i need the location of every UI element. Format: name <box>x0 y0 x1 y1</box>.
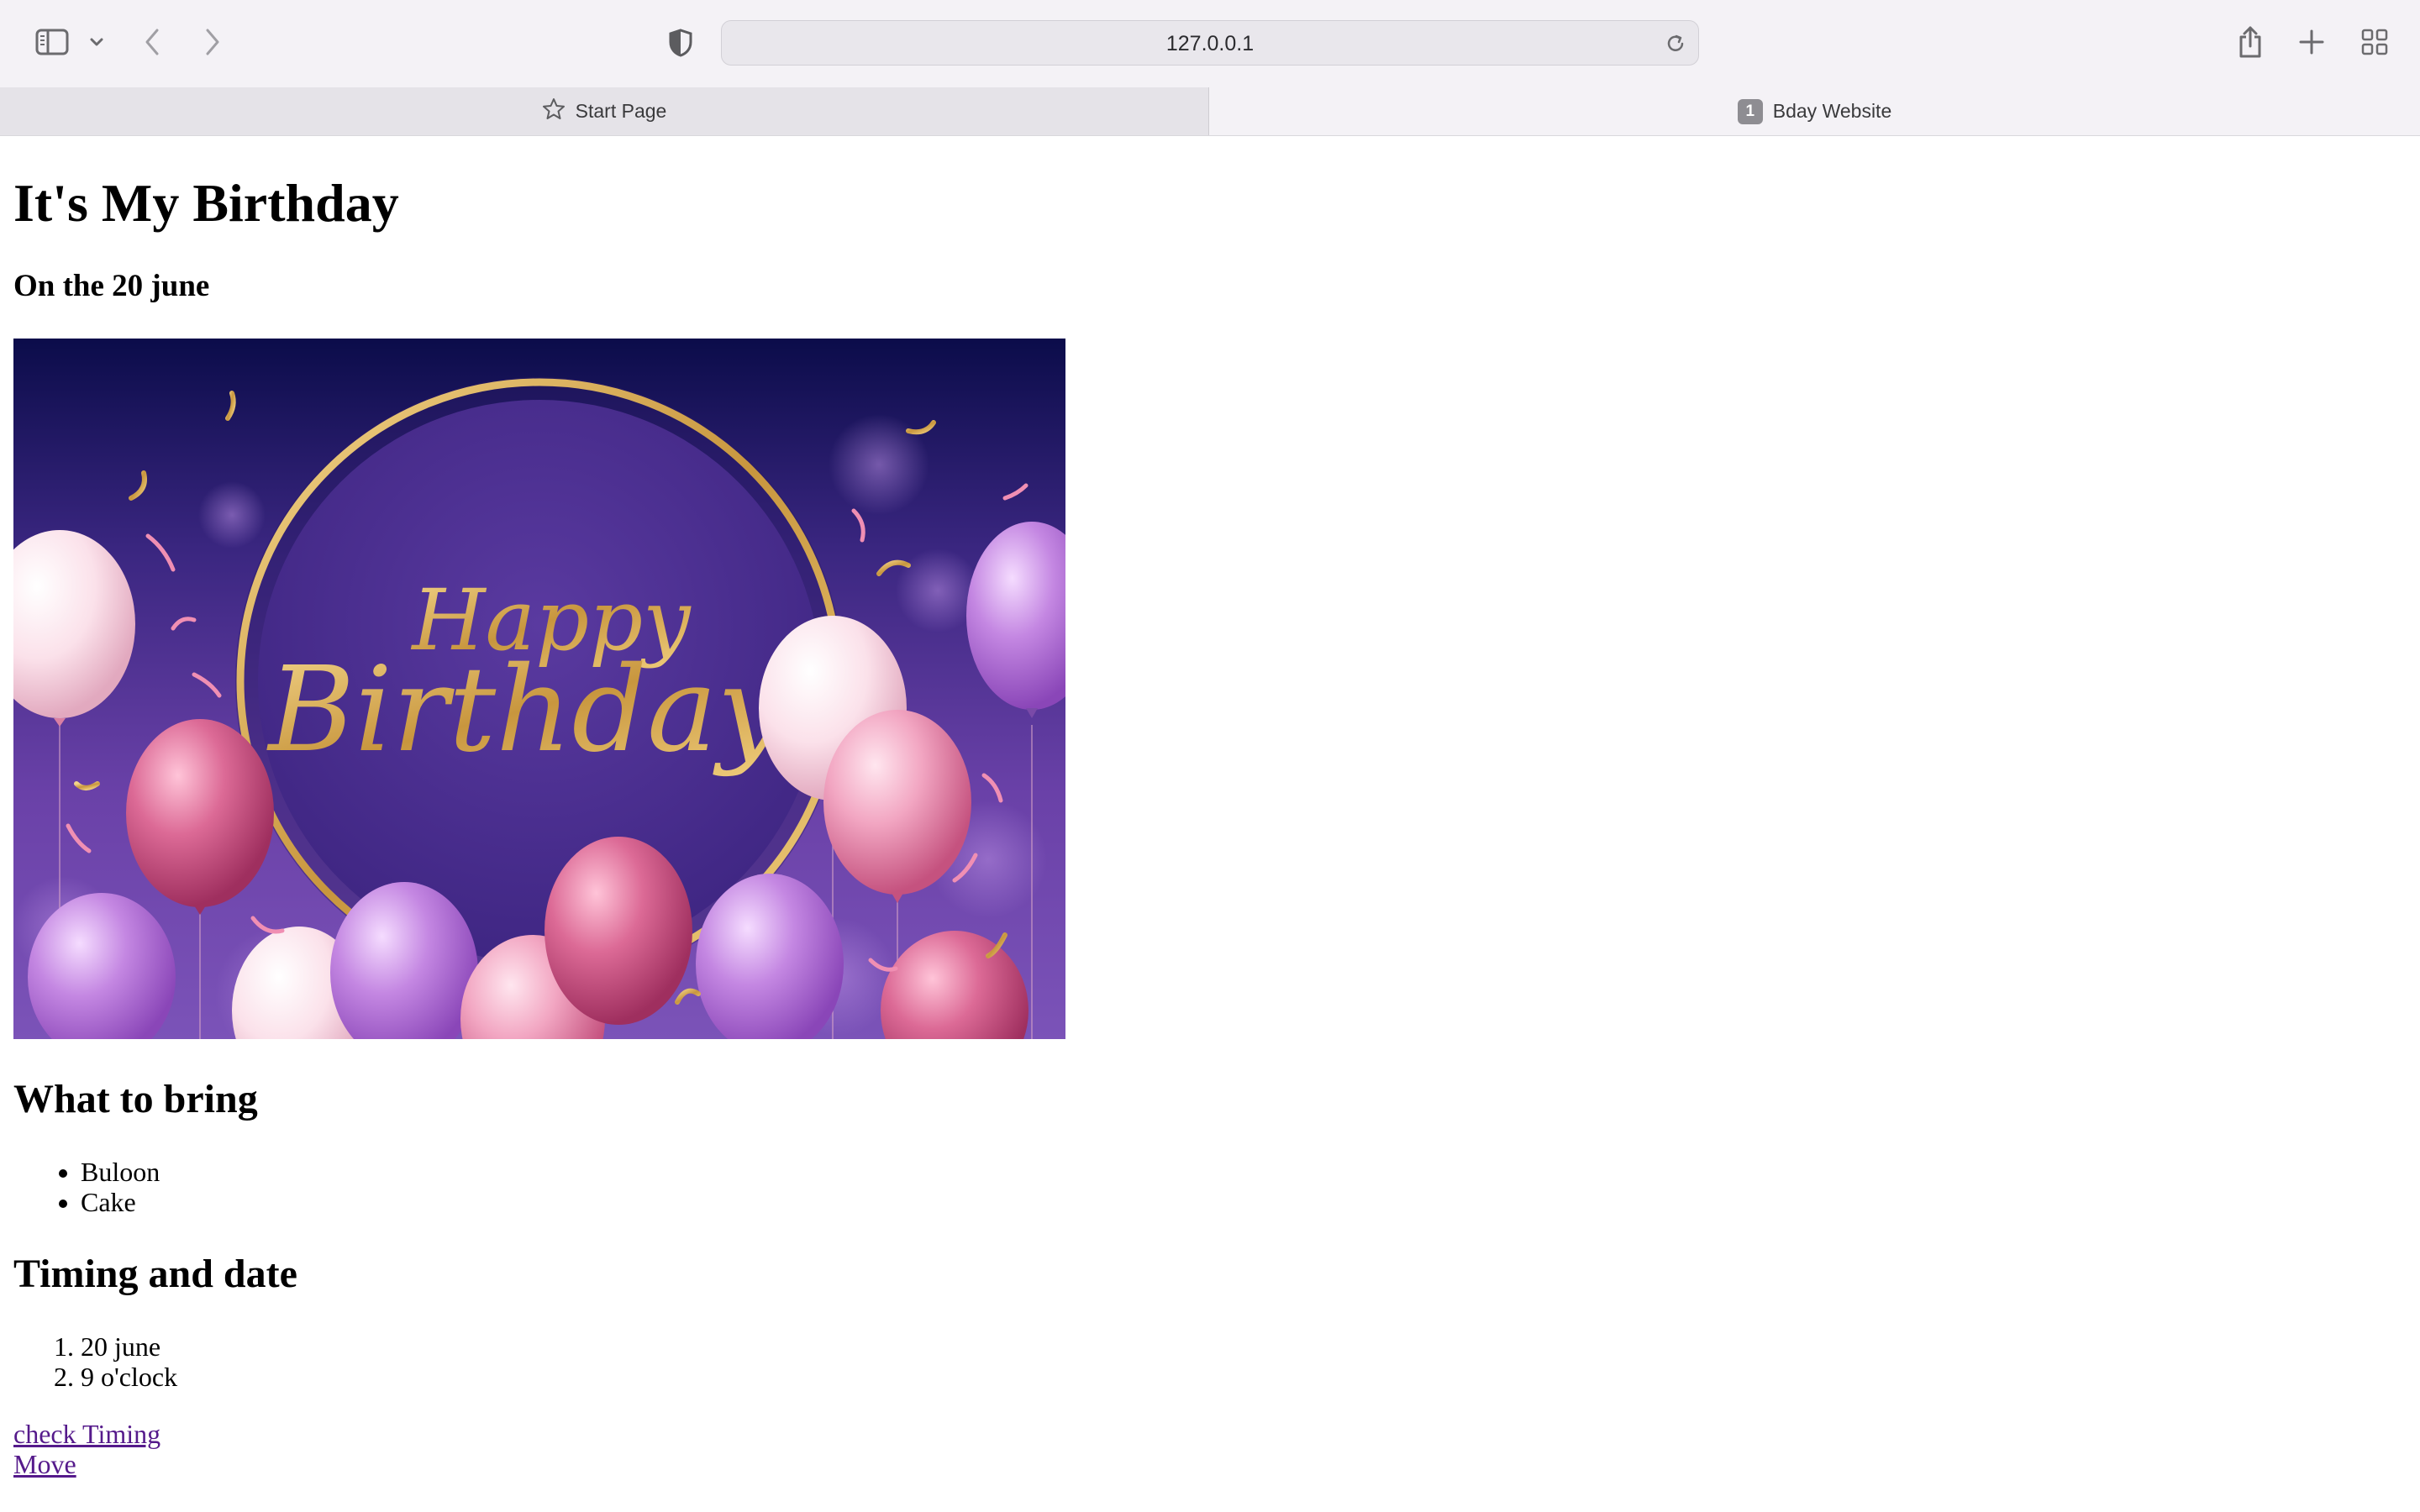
tab-bday-website[interactable]: 1 Bday Website <box>1209 87 2420 135</box>
tab-number-badge: 1 <box>1737 98 1763 124</box>
address-bar[interactable]: 127.0.0.1 <box>721 20 1699 66</box>
share-icon[interactable] <box>2235 24 2265 60</box>
star-icon <box>542 97 566 126</box>
tab-label: Bday Website <box>1772 100 1892 122</box>
new-tab-plus-icon[interactable] <box>2297 27 2326 57</box>
links-block: check Timing Move <box>13 1419 2400 1479</box>
sidebar-toggle-icon[interactable] <box>34 25 71 59</box>
page-content: It's My Birthday On the 20 june Happy Bi… <box>13 136 2400 1479</box>
timing-list: 20 june 9 o'clock <box>13 1331 2400 1392</box>
banner-birthday-text: Birthday <box>266 642 785 779</box>
list-item: 20 june <box>81 1331 2400 1362</box>
move-link[interactable]: Move <box>13 1449 2400 1479</box>
reload-icon[interactable] <box>1665 33 1686 55</box>
tab-start-page[interactable]: Start Page <box>0 87 1209 135</box>
url-text[interactable]: 127.0.0.1 <box>722 21 1698 66</box>
tab-strip: Start Page 1 Bday Website <box>0 87 2420 136</box>
tab-overview-icon[interactable] <box>2360 27 2390 57</box>
chevron-down-icon[interactable] <box>87 32 106 52</box>
browser-toolbar: 127.0.0.1 <box>0 0 2420 87</box>
page-title: It's My Birthday <box>13 173 399 233</box>
birthday-banner-image: Happy Birthday <box>13 339 1065 1039</box>
timing-and-date-heading: Timing and date <box>13 1252 297 1296</box>
forward-arrow-icon[interactable] <box>200 25 225 59</box>
check-timing-link[interactable]: check Timing <box>13 1419 2400 1449</box>
page-subtitle: On the 20 june <box>13 269 210 303</box>
bring-list: Buloon Cake <box>13 1157 2400 1217</box>
privacy-shield-icon[interactable] <box>666 27 696 59</box>
tab-label: Start Page <box>575 100 667 122</box>
what-to-bring-heading: What to bring <box>13 1077 258 1121</box>
back-arrow-icon[interactable] <box>139 25 165 59</box>
list-item: Buloon <box>81 1157 2400 1187</box>
list-item: 9 o'clock <box>81 1362 2400 1392</box>
list-item: Cake <box>81 1187 2400 1217</box>
